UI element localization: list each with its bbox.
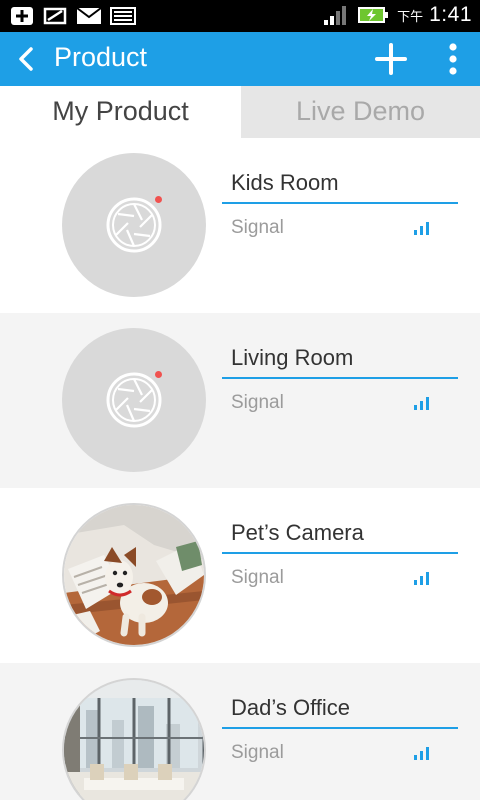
product-thumbnail[interactable] <box>62 328 206 472</box>
office-photo <box>64 680 204 800</box>
notification-icons <box>10 6 136 26</box>
storage-icon <box>43 7 67 25</box>
product-row-pets-camera[interactable]: Pet’s Camera Signal <box>0 488 480 663</box>
photo-icon <box>110 7 136 25</box>
page-title: Product <box>54 42 148 72</box>
ampm-label: 下午 <box>397 9 424 25</box>
overflow-menu-icon[interactable] <box>440 41 466 77</box>
signal-strength-icon <box>414 747 429 760</box>
product-name[interactable]: Dad’s Office <box>231 695 350 721</box>
signal-strength-icon <box>414 572 429 585</box>
product-thumbnail[interactable] <box>62 678 206 800</box>
app-bar: Product <box>0 32 480 86</box>
tab-bar: My Product Live Demo <box>0 86 480 138</box>
product-thumbnail[interactable] <box>62 153 206 297</box>
signal-label: Signal <box>231 567 284 588</box>
product-list[interactable]: Kids Room Signal Living Room Signal Pet’… <box>0 138 480 800</box>
signal-label: Signal <box>231 392 284 413</box>
product-row-dads-office[interactable]: Dad’s Office Signal <box>0 663 480 800</box>
signal-strength-icon <box>414 222 429 235</box>
product-row-kids-room[interactable]: Kids Room Signal <box>0 138 480 313</box>
dog-photo <box>64 505 204 645</box>
add-icon[interactable] <box>374 42 408 76</box>
product-row-living-room[interactable]: Living Room Signal <box>0 313 480 488</box>
product-thumbnail[interactable] <box>62 503 206 647</box>
back-icon[interactable] <box>12 44 42 74</box>
divider <box>222 552 458 554</box>
signal-label: Signal <box>231 742 284 763</box>
signal-label: Signal <box>231 217 284 238</box>
divider <box>222 202 458 204</box>
system-icons: 下午 1:41 <box>323 3 472 27</box>
divider <box>222 727 458 729</box>
usb-debug-icon <box>11 7 33 25</box>
tab-my-product[interactable]: My Product <box>0 86 241 138</box>
clock: 1:41 <box>429 3 472 26</box>
signal-strength-icon <box>414 397 429 410</box>
tab-live-demo[interactable]: Live Demo <box>241 86 480 138</box>
product-name[interactable]: Pet’s Camera <box>231 520 364 546</box>
divider <box>222 377 458 379</box>
recording-indicator <box>155 196 162 203</box>
recording-indicator <box>155 371 162 378</box>
status-bar: 下午 1:41 <box>0 0 480 32</box>
battery-charging-icon <box>358 7 389 23</box>
camera-shutter-icon <box>106 372 162 428</box>
mail-icon <box>76 7 102 24</box>
camera-shutter-icon <box>106 197 162 253</box>
cellular-signal-icon <box>324 6 347 25</box>
product-name[interactable]: Living Room <box>231 345 353 371</box>
product-name[interactable]: Kids Room <box>231 170 339 196</box>
